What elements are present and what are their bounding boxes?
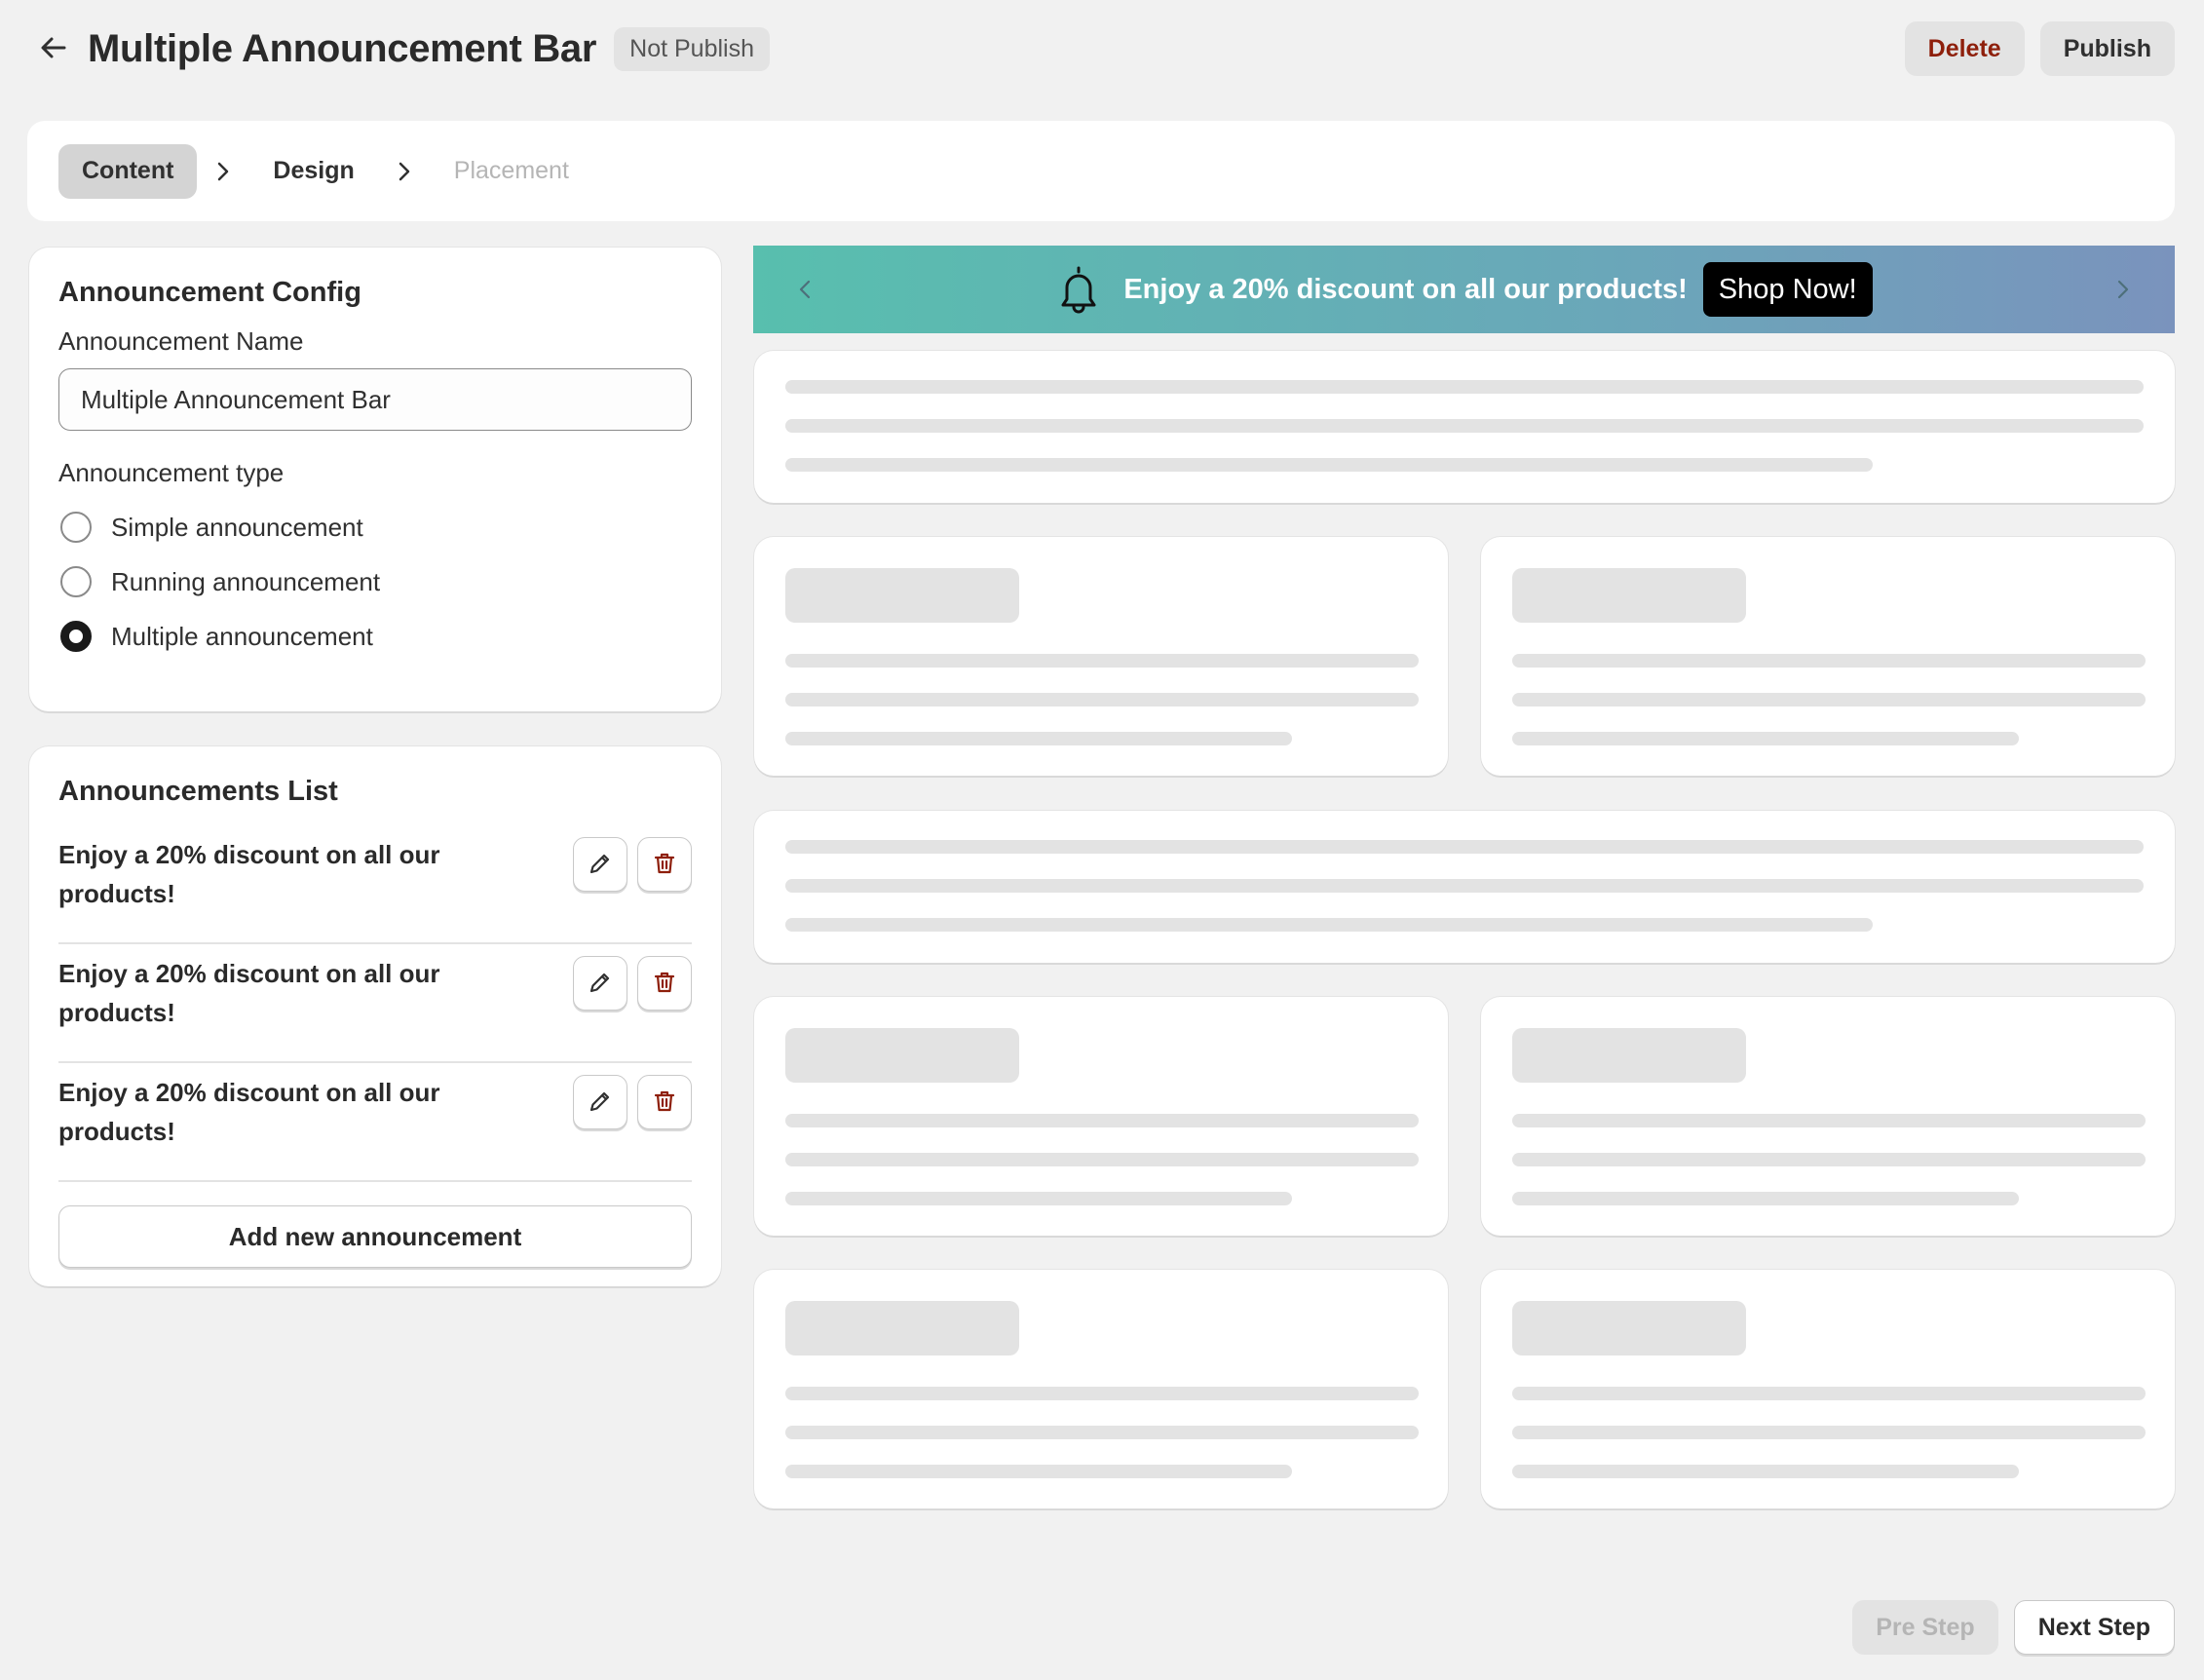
pencil-icon xyxy=(587,1088,614,1118)
delete-button[interactable]: Delete xyxy=(1904,21,2025,76)
pencil-icon xyxy=(587,969,614,999)
bar-message: Enjoy a 20% discount on all our products… xyxy=(1123,273,1688,305)
next-step-button[interactable]: Next Step xyxy=(2013,1600,2175,1655)
skeleton-card xyxy=(1481,1270,2175,1508)
radio-label: Multiple announcement xyxy=(111,621,373,651)
skeleton-line xyxy=(1512,1114,2146,1127)
skeleton-line xyxy=(785,1465,1292,1478)
skeleton-line xyxy=(785,732,1292,745)
radio-circle[interactable] xyxy=(60,566,92,597)
type-label: Announcement type xyxy=(58,458,285,487)
skeleton-block xyxy=(785,568,1019,623)
skeleton-card xyxy=(754,997,1448,1236)
step-content[interactable]: Content xyxy=(58,143,198,199)
skeleton-line xyxy=(785,458,1873,472)
chevron-right-icon xyxy=(197,161,249,182)
list-item: Enjoy a 20% discount on all our products… xyxy=(58,825,692,944)
skeleton-card-wide xyxy=(754,811,2175,963)
trash-icon xyxy=(651,850,678,880)
steps-nav: Content Design Placement xyxy=(27,121,2175,221)
name-label: Announcement Name xyxy=(58,326,304,356)
announcement-config-card: Announcement Config Announcement Name An… xyxy=(29,248,721,711)
skeleton-block xyxy=(1512,1301,1746,1355)
delete-item-button[interactable] xyxy=(637,956,692,1011)
skeleton-line xyxy=(785,1426,1419,1439)
status-badge: Not Publish xyxy=(614,26,771,71)
skeleton-line xyxy=(1512,1465,2019,1478)
radio-label: Simple announcement xyxy=(111,512,363,542)
pre-step-button: Pre Step xyxy=(1852,1600,1998,1655)
announcement-text: Enjoy a 20% discount on all our products… xyxy=(58,959,440,1027)
trash-icon xyxy=(651,1088,678,1118)
chevron-right-icon[interactable] xyxy=(2093,246,2151,333)
list-title: Announcements List xyxy=(58,776,338,807)
arrow-left-icon xyxy=(38,32,69,66)
skeleton-line xyxy=(1512,1387,2146,1400)
footer-actions: Pre Step Next Step xyxy=(1852,1600,2175,1655)
announcement-bar-preview: Enjoy a 20% discount on all our products… xyxy=(753,246,2175,333)
skeleton-line xyxy=(1512,693,2146,706)
skeleton-card xyxy=(754,1270,1448,1508)
pencil-icon xyxy=(587,850,614,880)
delete-item-button[interactable] xyxy=(637,837,692,892)
skeleton-line xyxy=(785,380,2144,394)
trash-icon xyxy=(651,969,678,999)
chevron-left-icon[interactable] xyxy=(777,246,835,333)
header-actions: Delete Publish xyxy=(1904,21,2175,76)
shop-now-button[interactable]: Shop Now! xyxy=(1702,262,1873,317)
skeleton-line xyxy=(785,918,1873,932)
delete-item-button[interactable] xyxy=(637,1075,692,1129)
skeleton-line xyxy=(785,879,2144,893)
config-title: Announcement Config xyxy=(58,277,361,308)
skeleton-card xyxy=(754,537,1448,776)
page-title: Multiple Announcement Bar xyxy=(88,26,597,70)
skeleton-line xyxy=(1512,654,2146,668)
list-item: Enjoy a 20% discount on all our products… xyxy=(58,944,692,1063)
skeleton-line xyxy=(785,1387,1419,1400)
skeleton-line xyxy=(785,840,2144,854)
skeleton-card xyxy=(1481,537,2175,776)
skeleton-line xyxy=(785,1192,1292,1205)
skeleton-line xyxy=(785,1153,1419,1166)
announcement-text: Enjoy a 20% discount on all our products… xyxy=(58,840,440,908)
skeleton-line xyxy=(1512,1153,2146,1166)
page-header: Multiple Announcement Bar Not Publish De… xyxy=(29,19,2175,78)
list-item: Enjoy a 20% discount on all our products… xyxy=(58,1063,692,1182)
radio-simple[interactable]: Simple announcement xyxy=(58,500,692,554)
announcement-text: Enjoy a 20% discount on all our products… xyxy=(58,1078,440,1146)
skeleton-block xyxy=(785,1028,1019,1083)
edit-button[interactable] xyxy=(573,837,627,892)
chevron-right-icon xyxy=(378,161,431,182)
skeleton-line xyxy=(785,419,2144,433)
radio-running[interactable]: Running announcement xyxy=(58,554,692,609)
announcement-name-input[interactable] xyxy=(58,368,692,431)
step-design[interactable]: Design xyxy=(249,144,377,199)
edit-button[interactable] xyxy=(573,956,627,1011)
radio-circle[interactable] xyxy=(60,512,92,543)
skeleton-line xyxy=(785,693,1419,706)
skeleton-line xyxy=(785,654,1419,668)
skeleton-line xyxy=(1512,1192,2019,1205)
announcements-list-card: Announcements List Enjoy a 20% discount … xyxy=(29,746,721,1286)
bell-icon xyxy=(1055,264,1102,315)
step-placement: Placement xyxy=(431,144,592,199)
back-button[interactable] xyxy=(29,24,78,73)
skeleton-line xyxy=(1512,1426,2146,1439)
skeleton-card xyxy=(1481,997,2175,1236)
skeleton-card-wide xyxy=(754,351,2175,503)
skeleton-line xyxy=(785,1114,1419,1127)
publish-button[interactable]: Publish xyxy=(2039,21,2175,76)
radio-label: Running announcement xyxy=(111,566,381,596)
radio-multiple[interactable]: Multiple announcement xyxy=(58,609,692,664)
edit-button[interactable] xyxy=(573,1075,627,1129)
add-announcement-button[interactable]: Add new announcement xyxy=(58,1205,692,1268)
skeleton-block xyxy=(1512,568,1746,623)
radio-circle-checked[interactable] xyxy=(60,621,92,652)
skeleton-block xyxy=(1512,1028,1746,1083)
skeleton-block xyxy=(785,1301,1019,1355)
skeleton-line xyxy=(1512,732,2019,745)
